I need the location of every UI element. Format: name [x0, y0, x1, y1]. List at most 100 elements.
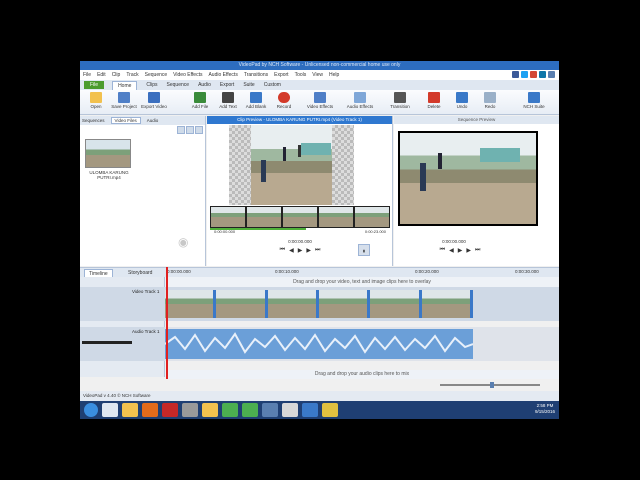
folder-icon — [90, 92, 102, 103]
skip-back-icon[interactable]: ⏮ — [280, 247, 285, 254]
redo-button[interactable]: Redo — [476, 92, 504, 109]
menu-view[interactable]: View — [312, 72, 323, 78]
sequence-preview-title: Sequence Preview — [394, 116, 559, 124]
timeline-ruler[interactable]: 0:00:00.000 0:00:10.000 0:00:20.000 0:00… — [165, 267, 559, 277]
taskbar-clock[interactable]: 2:58 PM 9/15/2016 — [535, 403, 555, 415]
camera-icon: ◉ — [178, 235, 189, 249]
play-icon[interactable]: ▶ — [298, 247, 303, 254]
firefox-icon[interactable] — [142, 403, 158, 417]
save-icon — [118, 92, 130, 103]
video-clip[interactable] — [318, 290, 371, 318]
app-icon[interactable] — [282, 403, 298, 417]
menu-edit[interactable]: Edit — [97, 72, 106, 78]
tab-suite[interactable]: Suite — [243, 82, 254, 88]
undo-button[interactable]: Undo — [448, 92, 476, 109]
tab-export[interactable]: Export — [220, 82, 234, 88]
seq-skip-back-icon[interactable]: ⏮ — [440, 247, 445, 254]
view-list-icon[interactable] — [186, 126, 194, 134]
video-track[interactable] — [165, 287, 559, 321]
view-thumbnails-icon[interactable] — [177, 126, 185, 134]
menu-track[interactable]: Track — [126, 72, 138, 78]
sequence-preview-video[interactable] — [398, 131, 538, 226]
add-file-button[interactable]: Add File — [186, 92, 214, 109]
help-icon[interactable] — [548, 71, 555, 78]
split-button[interactable]: ▮ — [358, 244, 370, 256]
explorer-icon[interactable] — [122, 403, 138, 417]
clip-preview-video[interactable] — [229, 125, 354, 205]
tab-storyboard[interactable]: Storyboard — [124, 269, 156, 277]
video-effects-icon — [314, 92, 326, 103]
audio-drop-zone[interactable]: Drag and drop your audio clips here to m… — [165, 370, 559, 379]
tab-audio-files[interactable]: Audio — [147, 118, 159, 123]
app-icon[interactable] — [302, 403, 318, 417]
video-clip[interactable] — [165, 290, 217, 318]
menu-transitions[interactable]: Transitions — [244, 72, 268, 78]
audio-track[interactable] — [164, 327, 559, 361]
seq-skip-forward-icon[interactable]: ⏭ — [475, 247, 480, 254]
step-back-icon[interactable]: ◀ — [289, 247, 294, 254]
seq-step-forward-icon[interactable]: ▶ — [466, 247, 471, 254]
record-button[interactable]: Record — [270, 92, 298, 109]
app-icon[interactable] — [182, 403, 198, 417]
chrome-icon[interactable] — [222, 403, 238, 417]
seq-play-icon[interactable]: ▶ — [458, 247, 463, 254]
delete-button[interactable]: Delete — [420, 92, 448, 109]
media-filename: ULOMBA KARUNG PUTRI.mp4 — [89, 170, 129, 180]
seq-step-back-icon[interactable]: ◀ — [449, 247, 454, 254]
export-video-button[interactable]: Export Video — [140, 92, 168, 109]
sequence-preview-panel: Sequence Preview 0:00:00.000 ⏮ ◀ ▶ ▶ ⏭ — [394, 116, 559, 266]
tab-audio[interactable]: Audio — [198, 82, 211, 88]
google-plus-icon[interactable] — [530, 71, 537, 78]
video-clip[interactable] — [370, 290, 422, 318]
file-icon[interactable] — [102, 403, 118, 417]
view-details-icon[interactable] — [195, 126, 203, 134]
timeline-zoom[interactable] — [430, 382, 555, 388]
open-button[interactable]: Open — [82, 92, 110, 109]
zoom-slider-handle[interactable] — [490, 382, 494, 388]
clip-filmstrip[interactable] — [210, 206, 390, 228]
nch-suite-button[interactable]: NCH Suite — [520, 92, 548, 109]
tab-custom[interactable]: Custom — [264, 82, 281, 88]
menu-video-effects[interactable]: Video Effects — [173, 72, 202, 78]
tab-home[interactable]: Home — [112, 80, 138, 90]
tab-file[interactable]: File — [84, 81, 105, 89]
skip-forward-icon[interactable]: ⏭ — [315, 247, 320, 254]
add-blank-button[interactable]: Add Blank — [242, 92, 270, 109]
menu-tools[interactable]: Tools — [295, 72, 307, 78]
tab-video-files[interactable]: Video Files — [110, 117, 141, 124]
twitter-icon[interactable] — [521, 71, 528, 78]
save-project-button[interactable]: Save Project — [110, 92, 138, 109]
audio-effects-button[interactable]: Audio Effects — [346, 92, 374, 109]
tab-sequence[interactable]: Sequence — [167, 82, 190, 88]
volume-slider[interactable] — [82, 341, 132, 344]
menu-audio-effects[interactable]: Audio Effects — [208, 72, 237, 78]
audio-waveform[interactable] — [164, 329, 474, 359]
tab-sequences[interactable]: Sequences — [82, 118, 105, 123]
start-button-icon[interactable] — [84, 403, 98, 417]
step-forward-icon[interactable]: ▶ — [306, 247, 311, 254]
video-clip[interactable] — [267, 290, 319, 318]
video-track-header[interactable]: Video Track 1 — [80, 287, 165, 321]
add-text-button[interactable]: Add Text — [214, 92, 242, 109]
video-clip[interactable] — [216, 290, 268, 318]
menu-file[interactable]: File — [83, 72, 91, 78]
video-effects-button[interactable]: Video Effects — [306, 92, 334, 109]
tab-clips[interactable]: Clips — [146, 82, 157, 88]
app-icon[interactable] — [262, 403, 278, 417]
media-thumbnail[interactable] — [85, 139, 131, 168]
menu-clip[interactable]: Clip — [112, 72, 121, 78]
chrome-icon[interactable] — [242, 403, 258, 417]
audio-track-header[interactable]: Audio Track 1 — [80, 327, 165, 361]
video-clip[interactable] — [421, 290, 473, 318]
timeline-playhead[interactable] — [166, 267, 168, 379]
menu-sequence[interactable]: Sequence — [145, 72, 168, 78]
transition-button[interactable]: Transition — [386, 92, 414, 109]
acrobat-icon[interactable] — [162, 403, 178, 417]
menu-help[interactable]: Help — [329, 72, 339, 78]
videopad-icon[interactable] — [322, 403, 338, 417]
menu-export[interactable]: Export — [274, 72, 288, 78]
overlay-drop-zone[interactable]: Drag and drop your video, text and image… — [165, 277, 559, 287]
media-player-icon[interactable] — [202, 403, 218, 417]
linkedin-icon[interactable] — [539, 71, 546, 78]
facebook-icon[interactable] — [512, 71, 519, 78]
